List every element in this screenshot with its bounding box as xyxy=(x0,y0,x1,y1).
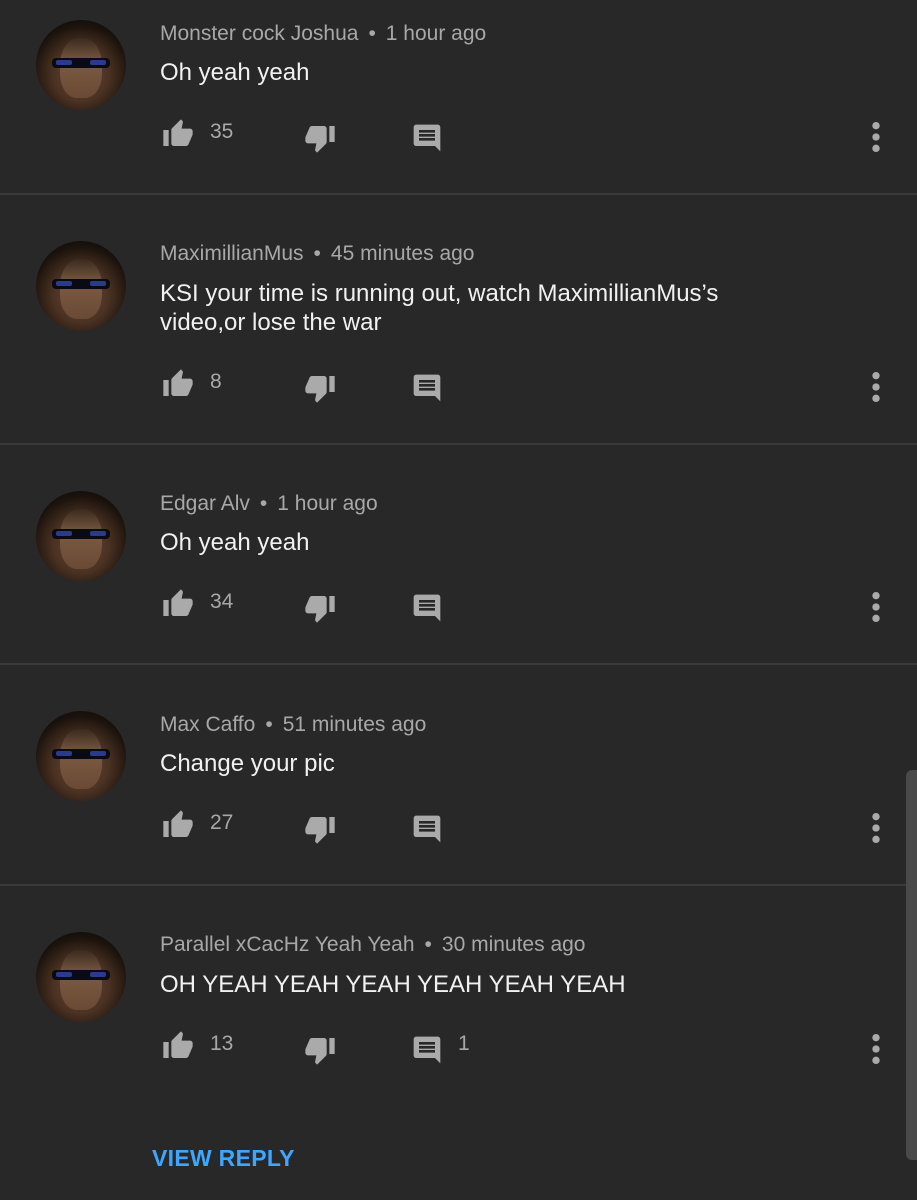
comment-meta: MaximillianMus • 45 minutes ago xyxy=(160,242,475,266)
like-count: 13 xyxy=(210,1032,234,1055)
comment-text: Oh yeah yeah xyxy=(160,529,310,556)
avatar[interactable] xyxy=(36,241,126,331)
comment-actions: 34 xyxy=(0,588,917,628)
thumbs-up-icon[interactable] xyxy=(160,809,196,841)
thumbs-up-icon[interactable] xyxy=(160,118,196,150)
comment-text: Oh yeah yeah xyxy=(160,59,310,86)
like-count: 35 xyxy=(210,120,234,143)
thumbs-down-icon[interactable] xyxy=(302,372,338,404)
author-name[interactable]: Max Caffo xyxy=(160,713,255,736)
author-name[interactable]: Monster cock Joshua xyxy=(160,22,358,45)
like-count: 27 xyxy=(210,811,234,834)
comment-actions: 8 xyxy=(0,368,917,408)
author-name[interactable]: Parallel xCacHz Yeah Yeah xyxy=(160,933,415,956)
avatar[interactable] xyxy=(36,711,126,801)
avatar[interactable] xyxy=(36,20,126,110)
thumbs-up-icon[interactable] xyxy=(160,1030,196,1062)
comment-text: Change your pic xyxy=(160,750,335,777)
comment-actions: 35 xyxy=(0,118,917,158)
timestamp: 1 hour ago xyxy=(277,492,378,515)
author-name[interactable]: Edgar Alv xyxy=(160,492,250,515)
avatar[interactable] xyxy=(36,932,126,1022)
author-name[interactable]: MaximillianMus xyxy=(160,242,304,265)
thumbs-down-icon[interactable] xyxy=(302,1034,338,1066)
avatar[interactable] xyxy=(36,491,126,581)
comment-icon[interactable] xyxy=(410,122,444,154)
divider xyxy=(0,663,917,665)
like-count: 34 xyxy=(210,590,234,613)
comment-icon[interactable] xyxy=(410,813,444,845)
divider xyxy=(0,193,917,195)
like-count: 8 xyxy=(210,370,222,393)
separator-dot: • xyxy=(259,492,268,515)
view-reply-link[interactable]: VIEW REPLY xyxy=(152,1145,295,1172)
comment-actions: 13 1 xyxy=(0,1030,917,1070)
thumbs-up-icon[interactable] xyxy=(160,588,196,620)
comment-meta: Edgar Alv • 1 hour ago xyxy=(160,492,378,516)
comment-text: OH YEAH YEAH YEAH YEAH YEAH YEAH xyxy=(160,971,626,998)
thumbs-up-icon[interactable] xyxy=(160,368,196,400)
thumbs-down-icon[interactable] xyxy=(302,592,338,624)
divider xyxy=(0,443,917,445)
more-vertical-icon[interactable] xyxy=(868,590,884,624)
more-vertical-icon[interactable] xyxy=(868,370,884,404)
comment-actions: 27 xyxy=(0,809,917,849)
timestamp: 51 minutes ago xyxy=(282,713,427,736)
timestamp: 30 minutes ago xyxy=(441,933,586,956)
comment-meta: Monster cock Joshua • 1 hour ago xyxy=(160,22,486,46)
timestamp: 45 minutes ago xyxy=(330,242,475,265)
scrollbar[interactable] xyxy=(906,770,917,1160)
thumbs-down-icon[interactable] xyxy=(302,122,338,154)
separator-dot: • xyxy=(265,713,273,736)
comment-icon[interactable] xyxy=(410,372,444,404)
divider xyxy=(0,884,917,886)
separator-dot: • xyxy=(368,22,376,45)
separator-dot: • xyxy=(313,242,321,265)
more-vertical-icon[interactable] xyxy=(868,811,884,845)
comment-meta: Parallel xCacHz Yeah Yeah • 30 minutes ago xyxy=(160,933,586,957)
comment-meta: Max Caffo • 51 minutes ago xyxy=(160,713,426,737)
more-vertical-icon[interactable] xyxy=(868,1032,884,1066)
comment-icon[interactable] xyxy=(410,592,444,624)
comment-text: KSI your time is running out, watch Maxi… xyxy=(160,280,719,336)
thumbs-down-icon[interactable] xyxy=(302,813,338,845)
more-vertical-icon[interactable] xyxy=(868,120,884,154)
timestamp: 1 hour ago xyxy=(385,22,487,45)
separator-dot: • xyxy=(424,933,432,956)
reply-count: 1 xyxy=(458,1032,470,1055)
comment-feed: Monster cock Joshua • 1 hour ago Oh yeah y… xyxy=(0,0,917,1200)
comment-icon[interactable] xyxy=(410,1034,444,1066)
